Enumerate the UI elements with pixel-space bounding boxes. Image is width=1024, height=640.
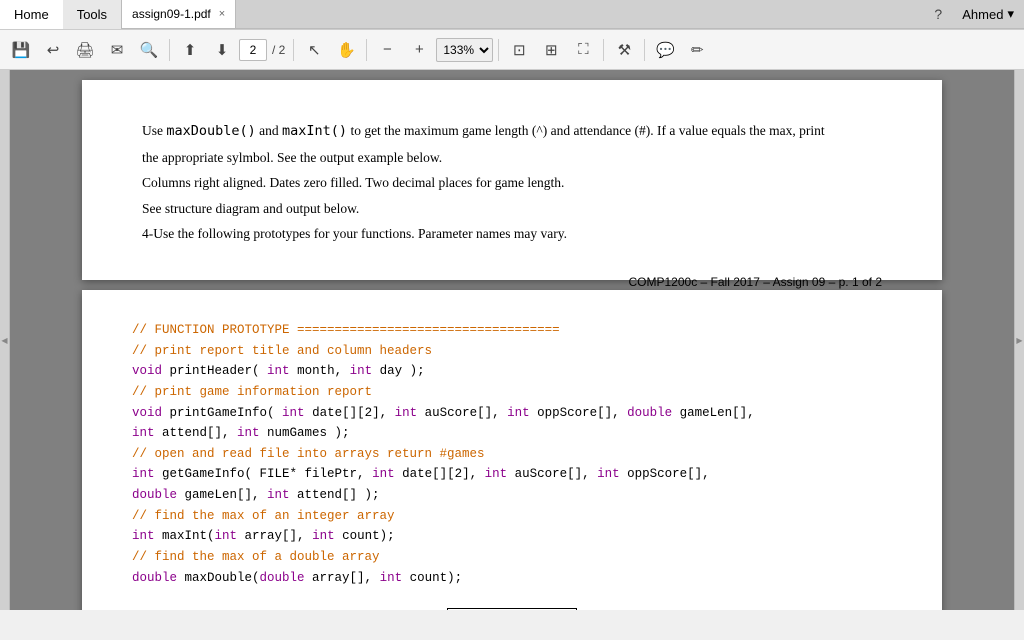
comment-button[interactable]: 💬 bbox=[650, 35, 680, 65]
username-label: Ahmed bbox=[962, 7, 1003, 22]
fit-width-button[interactable]: ⊞ bbox=[536, 35, 566, 65]
hand-tool-button[interactable]: ✋ bbox=[331, 35, 361, 65]
left-panel-toggle[interactable] bbox=[0, 70, 10, 610]
pdf-page-1: Use maxDouble() and maxInt() to get the … bbox=[82, 80, 942, 280]
separator-6 bbox=[644, 39, 645, 61]
right-panel-toggle[interactable] bbox=[1014, 70, 1024, 610]
undo-button[interactable]: ↩ bbox=[38, 35, 68, 65]
page1-line-5: 4-Use the following prototypes for your … bbox=[142, 223, 882, 245]
code-line-8: int getGameInfo( FILE* filePtr, int date… bbox=[132, 464, 892, 485]
nav-down-button[interactable]: ⬇ bbox=[207, 35, 237, 65]
toolbar: 💾 ↩ 🖨 ✉ 🔍 ⬆ ⬇ / 2 ↖ ✋ − + 133% 100% 75% … bbox=[0, 30, 1024, 70]
code-line-6: int attend[], int numGames ); bbox=[132, 423, 892, 444]
save-button[interactable]: 💾 bbox=[6, 35, 36, 65]
separator-2 bbox=[293, 39, 294, 61]
search-button[interactable]: 🔍 bbox=[134, 35, 164, 65]
print-button[interactable]: 🖨 bbox=[70, 35, 100, 65]
page-nav: / 2 bbox=[239, 39, 288, 61]
tools-button[interactable]: ⚒ bbox=[609, 35, 639, 65]
page1-line-1: Use maxDouble() and maxInt() to get the … bbox=[142, 120, 882, 143]
page1-content: Use maxDouble() and maxInt() to get the … bbox=[142, 120, 882, 245]
code-line-1: // FUNCTION PROTOTYPE ==================… bbox=[132, 320, 892, 341]
separator-1 bbox=[169, 39, 170, 61]
code-line-3: void printHeader( int month, int day ); bbox=[132, 361, 892, 382]
page1-line-4: See structure diagram and output below. bbox=[142, 198, 882, 220]
menu-home[interactable]: Home bbox=[0, 0, 63, 29]
menu-tools[interactable]: Tools bbox=[63, 0, 121, 29]
zoom-in-button[interactable]: + bbox=[404, 35, 434, 65]
full-screen-button[interactable]: ⛶ bbox=[568, 35, 598, 65]
menu-bar: Home Tools assign09-1.pdf × ? Ahmed ▾ bbox=[0, 0, 1024, 30]
code-line-5: void printGameInfo( int date[][2], int a… bbox=[132, 403, 892, 424]
pdf-viewer[interactable]: Use maxDouble() and maxInt() to get the … bbox=[10, 70, 1014, 610]
separator-4 bbox=[498, 39, 499, 61]
struct-title-label: Structure Diagram bbox=[447, 608, 577, 610]
code-line-2: // print report title and column headers bbox=[132, 341, 892, 362]
code-block: // FUNCTION PROTOTYPE ==================… bbox=[132, 320, 892, 588]
page1-footer: COMP1200c – Fall 2017 – Assign 09 – p. 1… bbox=[142, 275, 882, 289]
draw-button[interactable]: ✏ bbox=[682, 35, 712, 65]
separator-3 bbox=[366, 39, 367, 61]
page1-line-2: the appropriate sylmbol. See the output … bbox=[142, 147, 882, 169]
code-line-13: double maxDouble(double array[], int cou… bbox=[132, 568, 892, 589]
nav-up-button[interactable]: ⬆ bbox=[175, 35, 205, 65]
separator-5 bbox=[603, 39, 604, 61]
code-line-7: // open and read file into arrays return… bbox=[132, 444, 892, 465]
fit-page-button[interactable]: ⊡ bbox=[504, 35, 534, 65]
main-content: Use maxDouble() and maxInt() to get the … bbox=[0, 70, 1024, 610]
select-tool-button[interactable]: ↖ bbox=[299, 35, 329, 65]
structure-diagram: Structure Diagram main bbox=[132, 608, 892, 610]
page-input[interactable] bbox=[239, 39, 267, 61]
user-menu[interactable]: Ahmed ▾ bbox=[952, 6, 1024, 22]
pdf-page-2: // FUNCTION PROTOTYPE ==================… bbox=[82, 290, 942, 610]
help-icon[interactable]: ? bbox=[924, 0, 952, 28]
tab-filename: assign09-1.pdf bbox=[132, 7, 211, 21]
user-dropdown-icon: ▾ bbox=[1007, 6, 1014, 22]
page-separator: / 2 bbox=[269, 43, 288, 57]
code-line-4: // print game information report bbox=[132, 382, 892, 403]
code-line-12: // find the max of a double array bbox=[132, 547, 892, 568]
code-line-11: int maxInt(int array[], int count); bbox=[132, 526, 892, 547]
code-line-9: double gameLen[], int attend[] ); bbox=[132, 485, 892, 506]
zoom-out-button[interactable]: − bbox=[372, 35, 402, 65]
email-button[interactable]: ✉ bbox=[102, 35, 132, 65]
pdf-tab[interactable]: assign09-1.pdf × bbox=[122, 0, 236, 28]
page1-line-3: Columns right aligned. Dates zero filled… bbox=[142, 172, 882, 194]
zoom-select[interactable]: 133% 100% 75% 150% 200% bbox=[436, 38, 493, 62]
tab-close-icon[interactable]: × bbox=[219, 8, 225, 20]
code-line-10: // find the max of an integer array bbox=[132, 506, 892, 527]
